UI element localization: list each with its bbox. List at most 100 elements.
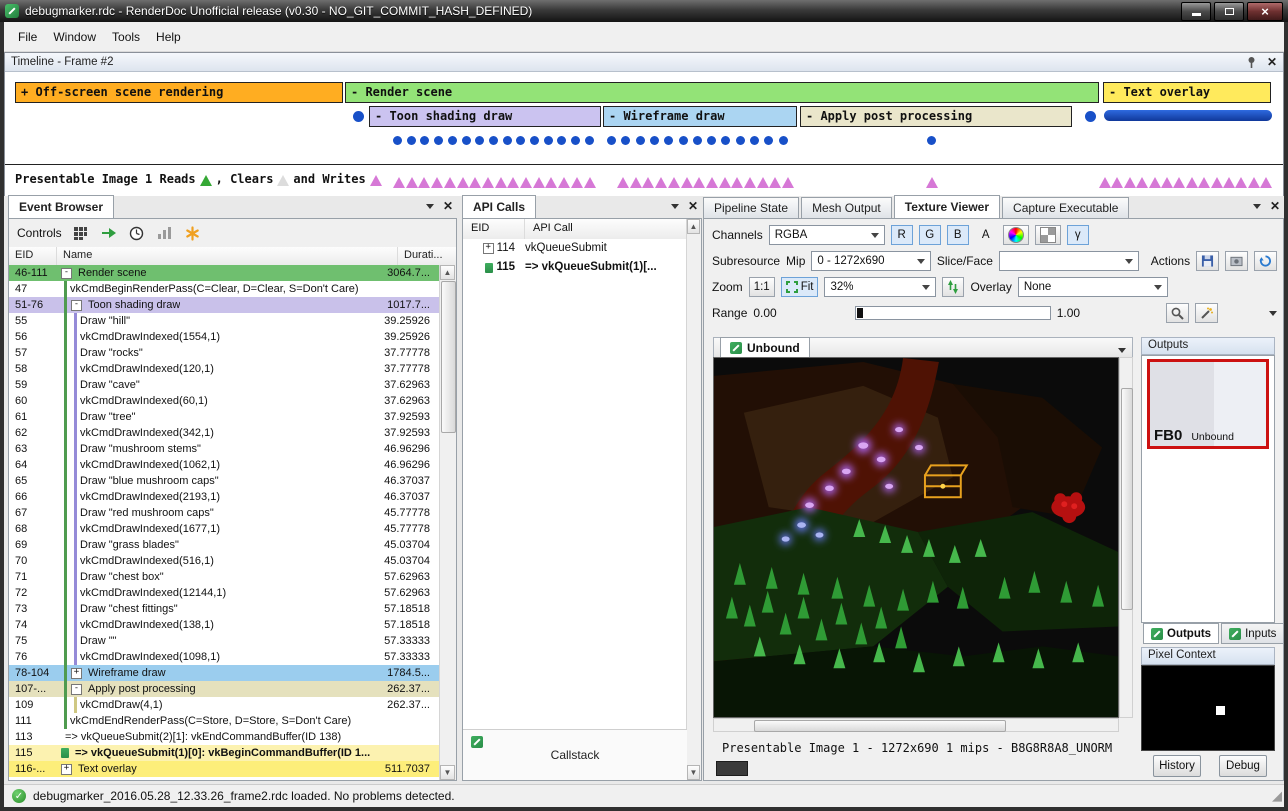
timeline-bar--off-screen-scene-rendering[interactable]: + Off-screen scene rendering (15, 82, 343, 103)
event-row-71[interactable]: 71Draw "chest box"57.62963 (9, 569, 440, 585)
event-row-59[interactable]: 59Draw "cave"37.62963 (9, 377, 440, 393)
write-marker-triangle[interactable] (668, 177, 680, 188)
write-marker-triangle[interactable] (571, 177, 583, 188)
debug-button[interactable]: Debug (1219, 755, 1267, 777)
overlay-select[interactable]: None (1018, 277, 1168, 297)
write-marker-triangle[interactable] (444, 177, 456, 188)
checkerboard-button[interactable] (1035, 225, 1061, 245)
timeline-draw-dot[interactable] (516, 136, 525, 145)
open-texture-list-button[interactable] (1225, 251, 1248, 271)
range-slider[interactable] (855, 306, 1051, 320)
tab-api-calls[interactable]: API Calls (462, 195, 536, 218)
write-marker-triangle[interactable] (406, 177, 418, 188)
timeline-draw-dot[interactable] (420, 136, 429, 145)
write-marker-triangle[interactable] (1161, 177, 1173, 188)
event-row-113[interactable]: 113=> vkQueueSubmit(2)[1]: vkEndCommandB… (9, 729, 440, 745)
tab-unbound-texture[interactable]: Unbound (720, 337, 810, 357)
tab-texture-viewer[interactable]: Texture Viewer (894, 195, 1000, 218)
column-api-call[interactable]: API Call (525, 219, 687, 239)
timeline-draw-dot[interactable] (664, 136, 673, 145)
timeline-draw-dot[interactable] (736, 136, 745, 145)
event-row-56[interactable]: 56vkCmdDrawIndexed(1554,1)39.25926 (9, 329, 440, 345)
timeline-draw-dot[interactable] (407, 136, 416, 145)
autofit-range-icon[interactable] (1195, 303, 1218, 323)
color-wheel-button[interactable] (1003, 225, 1029, 245)
event-row-74[interactable]: 74vkCmdDrawIndexed(138,1)57.18518 (9, 617, 440, 633)
event-row-76[interactable]: 76vkCmdDrawIndexed(1098,1)57.33333 (9, 649, 440, 665)
expand-icon[interactable]: + (483, 243, 494, 254)
event-row-69[interactable]: 69Draw "grass blades"45.03704 (9, 537, 440, 553)
bookmark-icon[interactable] (184, 224, 202, 242)
write-marker-triangle[interactable] (655, 177, 667, 188)
api-calls-menu-icon[interactable] (671, 204, 679, 209)
timeline-draw-dot[interactable] (679, 136, 688, 145)
column-duration[interactable]: Durati... (398, 247, 456, 265)
event-row-66[interactable]: 66vkCmdDrawIndexed(2193,1)46.37037 (9, 489, 440, 505)
write-marker-triangle[interactable] (1198, 177, 1210, 188)
write-marker-triangle[interactable] (706, 177, 718, 188)
timeline-track[interactable]: Presentable Image 1 Reads , Clears and W… (5, 72, 1283, 196)
timeline-draw-dot[interactable] (707, 136, 716, 145)
stats-icon[interactable] (156, 224, 174, 242)
write-marker-triangle[interactable] (681, 177, 693, 188)
vscroll-thumb[interactable] (1121, 388, 1133, 610)
write-marker-triangle[interactable] (731, 177, 743, 188)
event-row-67[interactable]: 67Draw "red mushroom caps"45.77778 (9, 505, 440, 521)
texture-list-dropdown-icon[interactable] (1118, 348, 1126, 353)
slice-face-select[interactable] (999, 251, 1139, 271)
timeline-bar--text-overlay[interactable]: - Text overlay (1103, 82, 1271, 103)
viewport-vscrollbar[interactable] (1119, 357, 1133, 718)
history-button[interactable]: History (1153, 755, 1201, 777)
event-row-107-...[interactable]: 107-...-Apply post processing262.37... (9, 681, 440, 697)
timeline-draw-dot[interactable] (557, 136, 566, 145)
range-slider-handle[interactable] (857, 308, 863, 318)
scroll-up-arrow[interactable]: ▲ (440, 265, 455, 280)
scroll-up-arrow[interactable]: ▲ (687, 219, 700, 234)
write-marker-triangle[interactable] (1235, 177, 1247, 188)
event-row-62[interactable]: 62vkCmdDrawIndexed(342,1)37.92593 (9, 425, 440, 441)
event-row-57[interactable]: 57Draw "rocks"37.77778 (9, 345, 440, 361)
timeline-draw-dot[interactable] (636, 136, 645, 145)
event-row-51-76[interactable]: 51-76-Toon shading draw1017.7... (9, 297, 440, 313)
menu-item-window[interactable]: Window (45, 27, 104, 47)
write-marker-triangle[interactable] (1111, 177, 1123, 188)
save-texture-button[interactable] (1196, 251, 1219, 271)
resize-grip[interactable]: ◢ (1272, 788, 1282, 804)
write-marker-triangle[interactable] (1136, 177, 1148, 188)
write-marker-triangle[interactable] (630, 177, 642, 188)
write-marker-triangle[interactable] (457, 177, 469, 188)
write-marker-triangle[interactable] (482, 177, 494, 188)
zoom-percent-select[interactable]: 32% (824, 277, 936, 297)
timeline-draw-dot[interactable] (585, 136, 594, 145)
timeline-draw-dot[interactable] (721, 136, 730, 145)
event-row-75[interactable]: 75Draw ""57.33333 (9, 633, 440, 649)
close-button[interactable]: × (1247, 2, 1283, 21)
mip-select[interactable]: 0 - 1272x690 (811, 251, 930, 271)
timeline-bar--apply-post-processing[interactable]: - Apply post processing (800, 106, 1072, 127)
write-marker-triangle[interactable] (418, 177, 430, 188)
event-browser-menu-icon[interactable] (426, 204, 434, 209)
flip-y-button[interactable] (942, 277, 964, 297)
channel-a-button[interactable]: A (975, 225, 997, 245)
menu-item-file[interactable]: File (10, 27, 45, 47)
write-marker-triangle[interactable] (1260, 177, 1272, 188)
write-marker-triangle[interactable] (642, 177, 654, 188)
timeline-draw-dot[interactable] (434, 136, 443, 145)
menu-item-tools[interactable]: Tools (104, 27, 148, 47)
write-marker-triangle[interactable] (782, 177, 794, 188)
timeline-bar--wireframe-draw[interactable]: - Wireframe draw (603, 106, 797, 127)
tab-mesh-output[interactable]: Mesh Output (801, 197, 892, 218)
toolbar-overflow-icon[interactable] (1269, 311, 1277, 316)
event-row-58[interactable]: 58vkCmdDrawIndexed(120,1)37.77778 (9, 361, 440, 377)
event-row-65[interactable]: 65Draw "blue mushroom caps"46.37037 (9, 473, 440, 489)
scroll-thumb[interactable] (441, 281, 456, 433)
event-browser-close-icon[interactable]: ✕ (443, 200, 453, 212)
timeline-draw-dot[interactable] (693, 136, 702, 145)
time-durations-icon[interactable] (128, 224, 146, 242)
write-marker-triangle[interactable] (1248, 177, 1260, 188)
timeline-draw-dot[interactable] (607, 136, 616, 145)
timeline-bar--render-scene[interactable]: - Render scene (345, 82, 1099, 103)
timeline-draw-dot[interactable] (475, 136, 484, 145)
write-marker-triangle[interactable] (1186, 177, 1198, 188)
hscroll-thumb[interactable] (754, 720, 1006, 732)
